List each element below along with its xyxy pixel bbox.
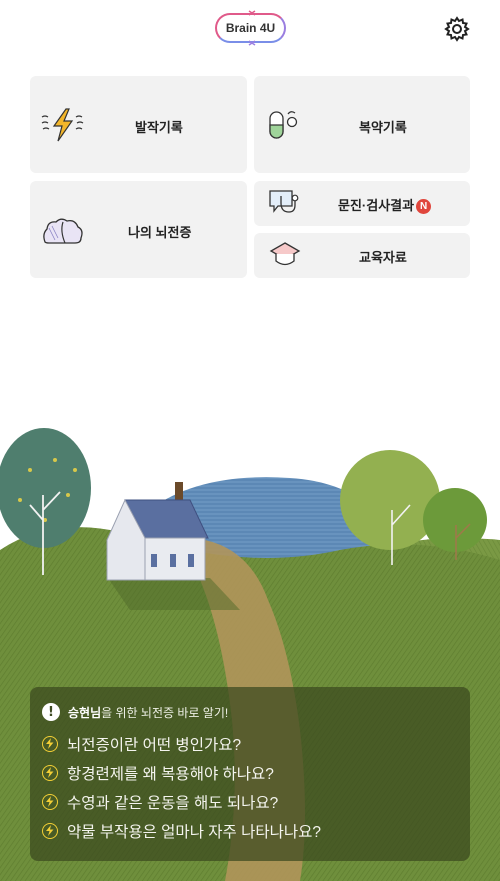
epilepsy-info-panel: ! 승현님 을 위한 뇌전증 바로 알기! 뇌전증이란 어떤 병인가요? 항경련… [30, 687, 470, 861]
my-epilepsy-card[interactable]: 나의 뇌전증 [30, 181, 247, 278]
gear-icon [444, 16, 470, 42]
seizure-record-card[interactable]: 발작기록 [30, 76, 247, 173]
logo-text: Brain 4U [225, 21, 276, 35]
question-text: 항경련제를 왜 복용해야 하나요? [67, 765, 274, 783]
app-header: Brain 4U [0, 0, 500, 60]
bolt-icon [42, 764, 58, 781]
question-item[interactable]: 수영과 같은 운동을 해도 되나요? [42, 787, 458, 816]
brain4u-logo[interactable]: Brain 4U [215, 10, 286, 46]
medication-record-card[interactable]: 복약기록 [254, 76, 470, 173]
settings-button[interactable] [444, 16, 470, 42]
stethoscope-chat-icon [269, 190, 299, 213]
user-name: 승현님 [68, 705, 102, 720]
consultation-results-label: 문진·검사결과 N [338, 195, 432, 215]
bolt-icon [42, 793, 58, 810]
medication-record-label: 복약기록 [359, 120, 407, 135]
question-item[interactable]: 항경련제를 왜 복용해야 하나요? [42, 758, 458, 787]
question-item[interactable]: 약물 부작용은 얼마나 자주 나타나나요? [42, 816, 458, 845]
logo-mark-icon [248, 10, 256, 16]
my-epilepsy-label: 나의 뇌전증 [128, 225, 192, 240]
bolt-icon [42, 735, 58, 752]
consultation-results-text: 문진·검사결과 [338, 198, 415, 213]
brain-icon [43, 218, 83, 244]
pill-icon [269, 111, 298, 139]
bolt-icon [42, 822, 58, 839]
logo-mark-bottom-icon [248, 40, 256, 46]
lightning-icon [41, 108, 84, 142]
question-text: 약물 부작용은 얼마나 자주 나타나나요? [67, 823, 322, 841]
question-text: 뇌전증이란 어떤 병인가요? [67, 736, 242, 754]
graduation-cap-icon [269, 242, 301, 266]
education-card[interactable]: 교육자료 [254, 233, 470, 278]
education-label: 교육자료 [359, 250, 407, 265]
question-text: 수영과 같은 운동을 해도 되나요? [67, 794, 279, 812]
question-item[interactable]: 뇌전증이란 어떤 병인가요? [42, 729, 458, 758]
seizure-record-label: 발작기록 [135, 120, 183, 135]
info-heading-text: 을 위한 뇌전증 바로 알기! [101, 705, 229, 720]
consultation-results-card[interactable]: 문진·검사결과 N [254, 181, 470, 226]
alert-icon: ! [42, 703, 60, 721]
question-list: 뇌전증이란 어떤 병인가요? 항경련제를 왜 복용해야 하나요? 수영과 같은 … [42, 729, 458, 845]
info-heading: ! 승현님 을 위한 뇌전증 바로 알기! [42, 701, 458, 723]
new-badge: N [416, 199, 432, 215]
